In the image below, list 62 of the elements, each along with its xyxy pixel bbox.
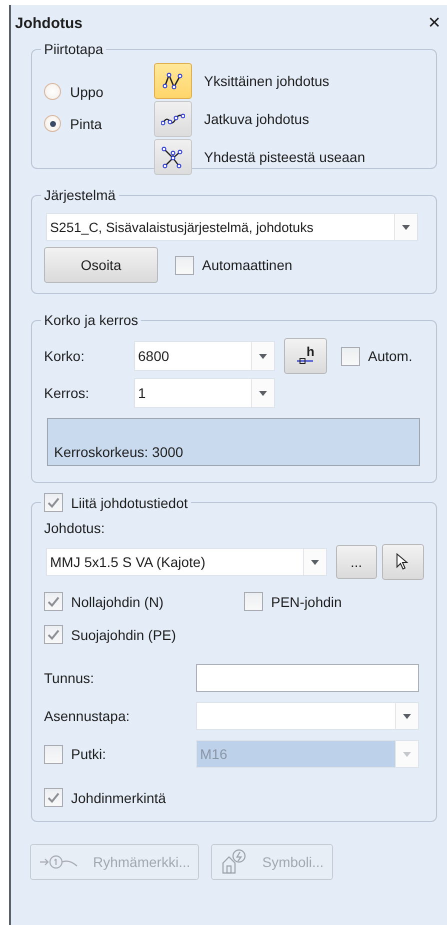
mode-label: Yksittäinen johdotus — [204, 73, 330, 89]
group-title: Korko ja kerros — [43, 312, 140, 328]
checkbox-label: Nollajohdin (N) — [71, 594, 164, 610]
checkbox-label: Autom. — [368, 348, 412, 364]
system-dropdown[interactable]: S251_C, Sisävalaistusjärjestelmä, johdotuks — [46, 213, 418, 241]
radio-button[interactable] — [44, 115, 61, 132]
checkmark-icon — [47, 497, 60, 508]
field-label: Tunnus: — [44, 670, 96, 686]
checkmark-icon — [47, 629, 60, 640]
mode-button[interactable] — [154, 101, 192, 137]
radio-button[interactable] — [44, 83, 61, 100]
checkbox-label: Automaattinen — [202, 257, 292, 273]
house-symbol-icon — [220, 849, 248, 875]
dropdown-caret-icon — [403, 752, 411, 756]
window-title: Johdotus — [15, 14, 82, 32]
dropdown-caret-icon — [310, 560, 319, 564]
curved-line-icon — [161, 112, 185, 126]
checkbox[interactable] — [44, 625, 63, 644]
cable-dropdown[interactable]: MMJ 5x1.5 S VA (Kajote) — [46, 548, 327, 576]
checkbox[interactable] — [244, 592, 263, 611]
dropdown-caret-icon — [403, 714, 411, 718]
checkbox[interactable] — [44, 788, 63, 807]
browse-button[interactable]: ... — [336, 545, 377, 579]
field-label: Asennustapa: — [44, 708, 131, 724]
checkbox-label: Liitä johdotustiedot — [71, 494, 188, 510]
group-title: Järjestelmä — [43, 187, 117, 203]
checkmark-icon — [47, 596, 60, 607]
dropdown-caret-icon — [259, 354, 267, 358]
cursor-icon — [396, 553, 410, 571]
checkbox-label: Suojajohdin (PE) — [71, 626, 176, 642]
level-button[interactable]: h — [284, 338, 327, 374]
floor-height-text: Kerroskorkeus: 3000 — [54, 444, 184, 460]
checkbox[interactable] — [44, 493, 63, 512]
branching-lines-icon — [161, 145, 185, 169]
checkbox-label: Putki: — [71, 746, 106, 762]
checkbox-label: Johdinmerkintä — [71, 790, 166, 806]
mode-button[interactable] — [154, 63, 192, 99]
mode-label: Yhdestä pisteestä useaan — [204, 149, 366, 165]
group-title: Piirtotapa — [43, 41, 104, 57]
height-dropdown[interactable]: 6800 — [134, 341, 275, 371]
checkbox[interactable] — [341, 346, 360, 366]
assign-button[interactable]: Osoita — [44, 247, 158, 283]
field-label: Korko: — [44, 348, 86, 364]
floor-dropdown[interactable]: 1 — [134, 378, 275, 408]
zigzag-line-icon — [162, 71, 184, 91]
level-marker-icon — [296, 358, 313, 364]
pick-button[interactable] — [382, 544, 424, 580]
radio-label: Uppo — [70, 84, 104, 100]
mode-button[interactable] — [154, 139, 192, 175]
dropdown-caret-icon — [402, 224, 410, 230]
checkbox-label: PEN-johdin — [271, 594, 342, 610]
checkmark-icon — [47, 792, 60, 803]
checkbox[interactable] — [44, 592, 63, 611]
dropdown-caret-icon — [259, 390, 267, 396]
field-label: Kerros: — [44, 385, 90, 401]
id-input[interactable] — [196, 664, 419, 692]
field-label: Johdotus: — [44, 520, 106, 536]
numbered-marker-icon — [39, 854, 79, 870]
radio-label: Pinta — [70, 116, 102, 132]
mode-label: Jatkuva johdotus — [204, 111, 310, 127]
close-icon[interactable]: ✕ — [428, 13, 441, 33]
checkbox[interactable] — [175, 256, 194, 274]
